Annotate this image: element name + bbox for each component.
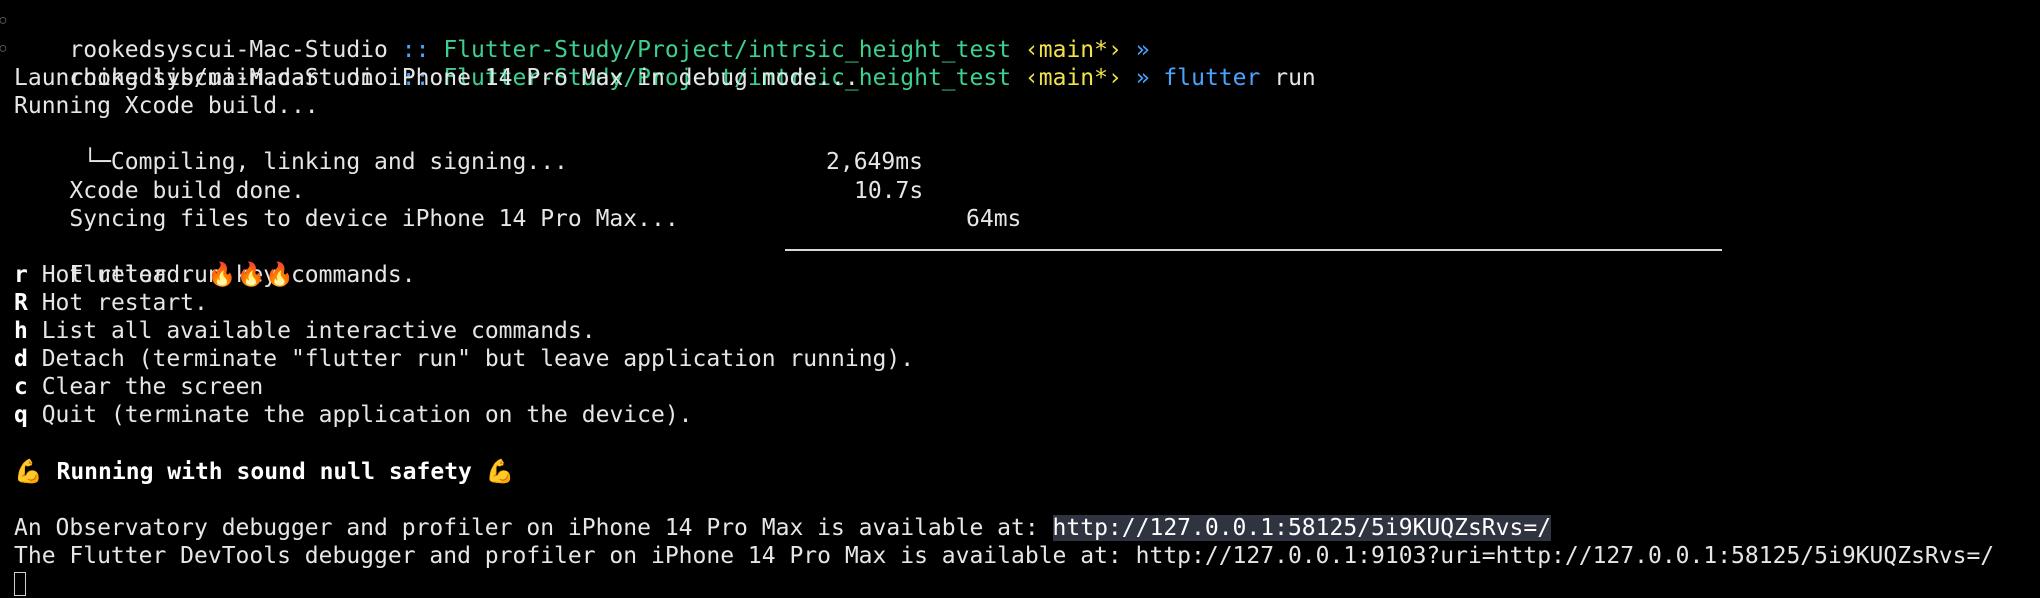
- output-running-xcode: Running Xcode build...: [14, 93, 319, 120]
- key-command-row: R Hot restart.: [14, 289, 2040, 317]
- terminal-cursor: [14, 572, 26, 597]
- key-command-key: R: [14, 289, 28, 316]
- key-commands-title-line: Flutter run key commands.: [14, 233, 2040, 288]
- key-command-row: q Quit (terminate the application on the…: [14, 401, 2040, 429]
- key-command-key: c: [14, 374, 28, 401]
- prompt-line-2: ◦ rookedsyscui-Mac-Studio :: Flutter-Stud…: [0, 36, 2040, 91]
- key-command-key: r: [14, 261, 28, 288]
- line-marker: ◦: [0, 9, 10, 35]
- output-syncing: Syncing files to device iPhone 14 Pro Ma…: [14, 177, 2040, 232]
- line-marker: ◦: [0, 37, 10, 64]
- key-command-key: d: [14, 346, 28, 373]
- output-launching: Launching lib/main.dart on iPhone 14 Pro…: [14, 65, 859, 92]
- devtools-url-link[interactable]: http://127.0.0.1:9103?uri=http://127.0.0…: [1136, 543, 1995, 569]
- null-safety-message: 💪 Running with sound null safety 💪: [14, 458, 515, 485]
- observatory-url-link[interactable]: http://127.0.0.1:58125/5i9KUQZsRvs=/: [1052, 514, 1552, 541]
- key-command-desc: Hot reload. 🔥🔥🔥: [27, 261, 294, 288]
- key-command-desc: Detach (terminate "flutter run" but leav…: [27, 346, 915, 373]
- key-command-row: r Hot reload. 🔥🔥🔥: [14, 261, 2040, 289]
- devtools-line: The Flutter DevTools debugger and profil…: [14, 542, 2040, 570]
- separator-rule: [785, 248, 1722, 251]
- observatory-line: An Observatory debugger and profiler on …: [14, 514, 2040, 542]
- key-command-row: d Detach (terminate "flutter run" but le…: [14, 345, 2040, 373]
- devtools-prefix: The Flutter DevTools debugger and profil…: [14, 542, 1136, 569]
- key-command-desc: Clear the screen: [27, 374, 264, 401]
- key-command-key: h: [14, 318, 28, 345]
- observatory-prefix: An Observatory debugger and profiler on …: [14, 514, 1053, 541]
- terminal-output[interactable]: ◦ rookedsyscui-Mac-Studio :: Flutter-Stud…: [0, 8, 2040, 598]
- key-command-desc: Quit (terminate the application on the d…: [27, 402, 693, 429]
- key-command-desc: Hot restart.: [27, 289, 208, 316]
- input-line[interactable]: [14, 570, 2040, 598]
- prompt-line-1: ◦ rookedsyscui-Mac-Studio :: Flutter-Stud…: [0, 8, 2040, 63]
- key-command-row: h List all available interactive command…: [14, 317, 2040, 345]
- key-command-row: c Clear the screen: [14, 373, 2040, 401]
- key-command-desc: List all available interactive commands.: [27, 318, 596, 345]
- output-compiling: └─Compiling, linking and signing... 2,649…: [14, 120, 2040, 175]
- key-command-key: q: [14, 402, 28, 429]
- output-xcode-done: Xcode build done. 10.7s: [14, 148, 2040, 204]
